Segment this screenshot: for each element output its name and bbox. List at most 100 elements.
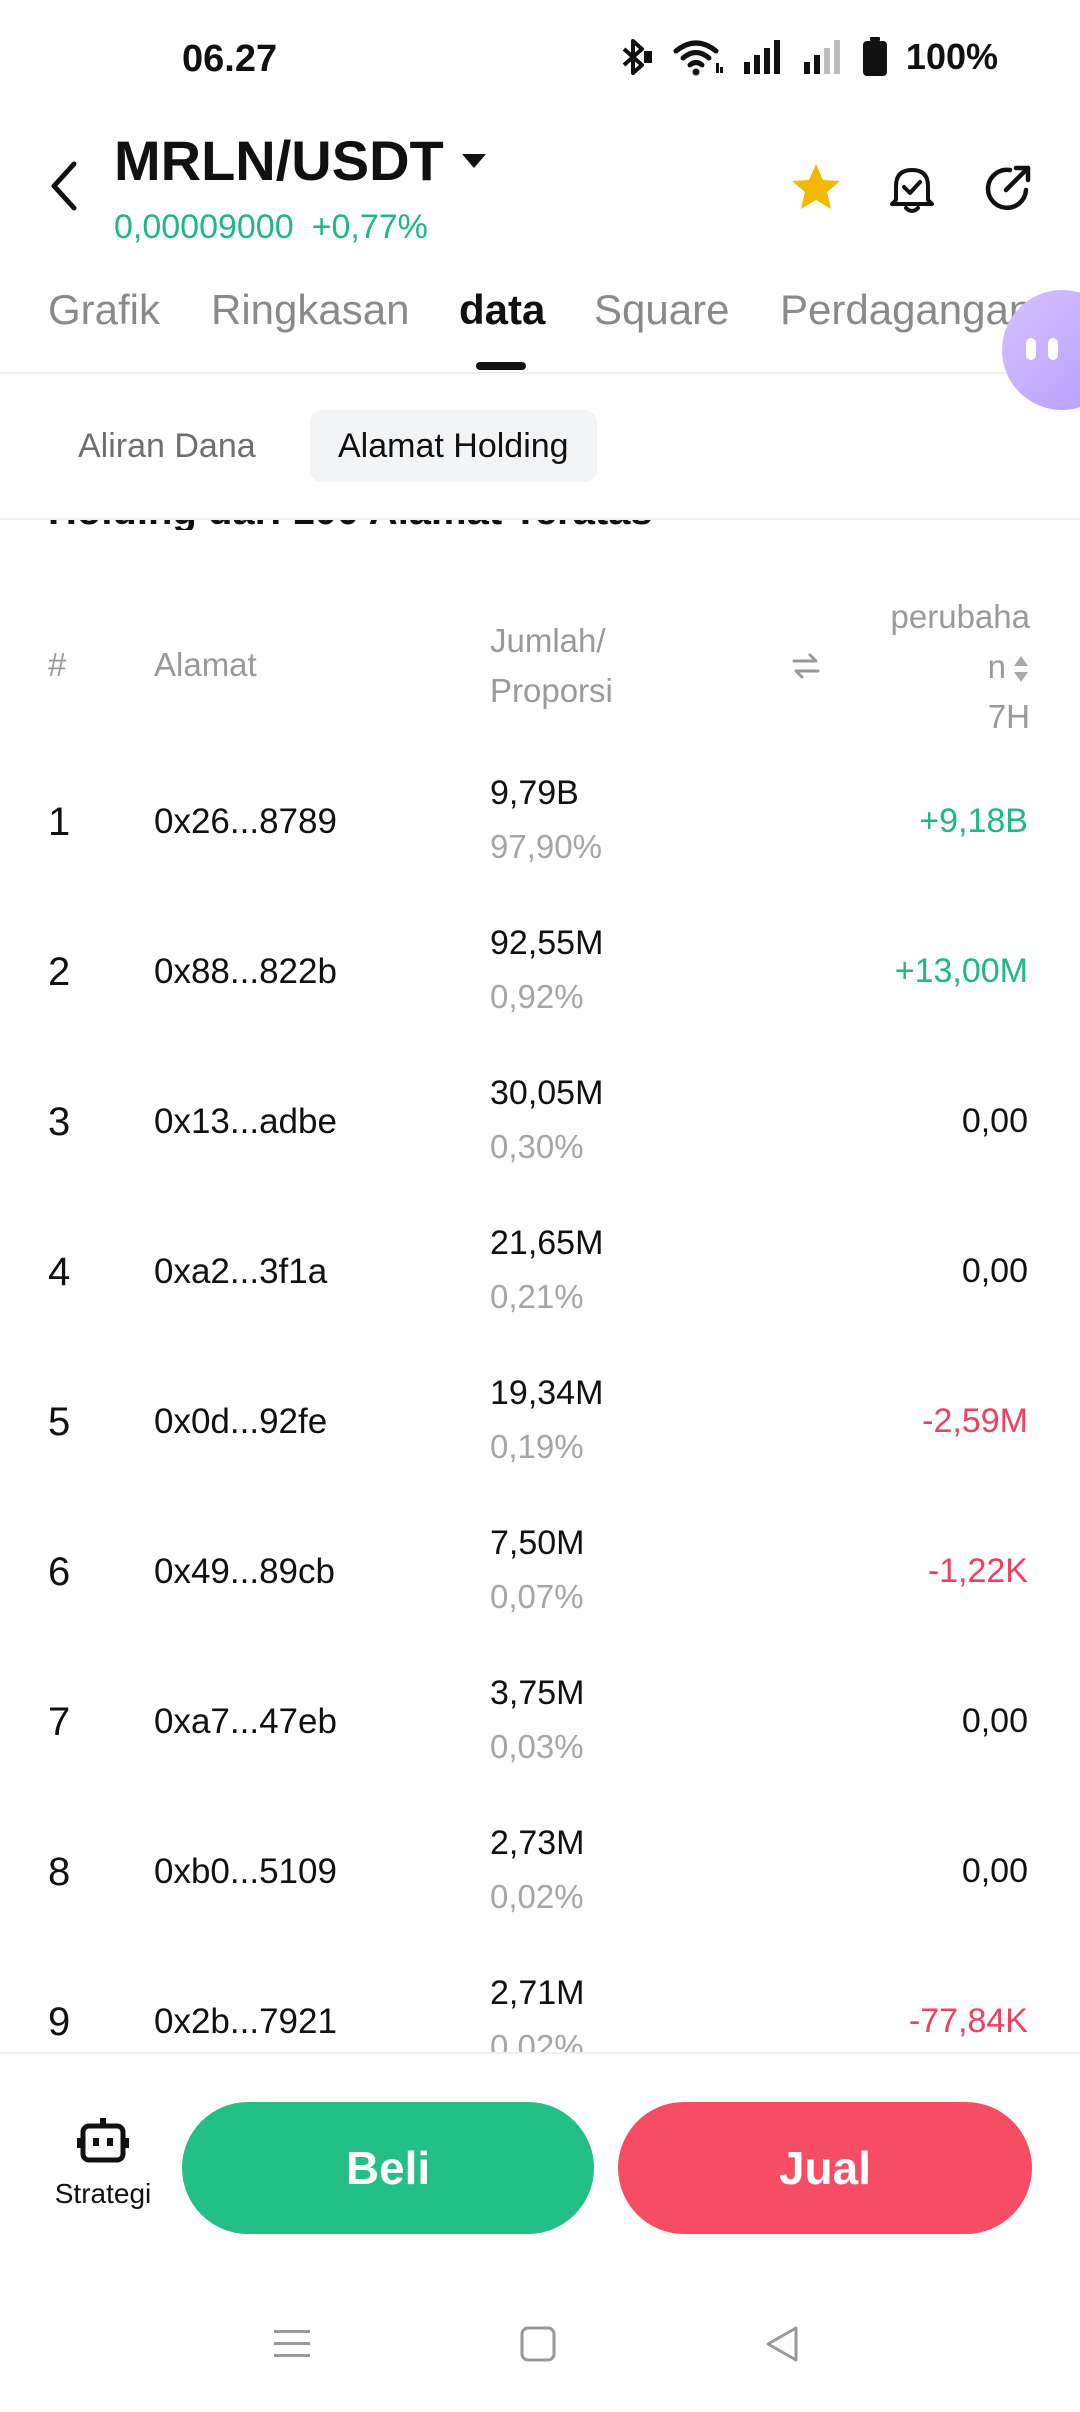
table-row[interactable]: 6 0x49...89cb 7,50M 0,07% -1,22K bbox=[0, 1510, 1080, 1660]
row-rank: 3 bbox=[48, 1100, 71, 1144]
row-change: 0,00 bbox=[961, 1852, 1028, 1890]
signal-icon bbox=[803, 40, 840, 74]
tab-data[interactable]: data bbox=[459, 286, 545, 334]
row-proportion: 0,03% bbox=[490, 1728, 584, 1765]
tab-grafik[interactable]: Grafik bbox=[48, 286, 160, 334]
active-tab-indicator bbox=[476, 362, 526, 370]
wifi-icon bbox=[673, 40, 723, 76]
row-change: 0,00 bbox=[961, 1702, 1028, 1740]
row-change: +13,00M bbox=[894, 952, 1028, 990]
table-row[interactable]: 1 0x26...8789 9,79B 97,90% +9,18B bbox=[0, 760, 1080, 910]
row-address[interactable]: 0x0d...92fe bbox=[154, 1402, 327, 1442]
row-change: -1,22K bbox=[927, 1552, 1028, 1590]
bell-icon bbox=[890, 168, 934, 213]
row-amount: 21,65M bbox=[490, 1224, 604, 1262]
row-proportion: 0,30% bbox=[490, 1128, 584, 1165]
home-icon[interactable] bbox=[518, 2324, 558, 2364]
row-address[interactable]: 0x26...8789 bbox=[154, 802, 337, 842]
row-amount: 92,55M bbox=[490, 924, 604, 962]
column-header-amount-line1: Jumlah/ bbox=[490, 622, 606, 659]
row-address[interactable]: 0xa7...47eb bbox=[154, 1702, 337, 1742]
row-change: +9,18B bbox=[919, 802, 1028, 840]
holders-list[interactable]: 1 0x26...8789 9,79B 97,90% +9,18B 2 0x88… bbox=[0, 760, 1080, 2052]
alert-button[interactable] bbox=[884, 160, 940, 216]
table-row[interactable]: 4 0xa2...3f1a 21,65M 0,21% 0,00 bbox=[0, 1210, 1080, 1360]
row-amount: 9,79B bbox=[490, 774, 579, 812]
back-nav-icon[interactable] bbox=[762, 2324, 802, 2364]
main-tabs: Grafik Ringkasan data Square Perdagangan bbox=[0, 280, 1080, 374]
dropdown-caret-icon bbox=[461, 153, 486, 168]
swap-icon bbox=[792, 653, 820, 679]
sub-tabs: Aliran Dana Alamat Holding bbox=[0, 410, 1080, 520]
row-proportion: 97,90% bbox=[490, 828, 602, 865]
bluetooth-icon bbox=[622, 39, 652, 75]
row-rank: 4 bbox=[48, 1250, 71, 1294]
row-amount: 19,34M bbox=[490, 1374, 604, 1412]
status-icons: 100% bbox=[616, 36, 998, 78]
row-proportion: 0,21% bbox=[490, 1278, 584, 1315]
toggle-amount-button[interactable] bbox=[790, 650, 822, 682]
row-proportion: 0,92% bbox=[490, 978, 584, 1015]
table-row[interactable]: 8 0xb0...5109 2,73M 0,02% 0,00 bbox=[0, 1810, 1080, 1960]
battery-icon bbox=[862, 37, 887, 76]
column-header-rank: # bbox=[48, 646, 67, 683]
row-address[interactable]: 0x2b...7921 bbox=[154, 2002, 337, 2042]
assistant-eye bbox=[1026, 338, 1036, 360]
row-address[interactable]: 0x88...822b bbox=[154, 952, 337, 992]
row-address[interactable]: 0x13...adbe bbox=[154, 1102, 337, 1142]
tab-ringkasan[interactable]: Ringkasan bbox=[211, 286, 409, 334]
row-proportion: 0,02% bbox=[490, 1878, 584, 1915]
row-change: -77,84K bbox=[908, 2002, 1028, 2040]
subtab-aliran-dana[interactable]: Aliran Dana bbox=[50, 410, 284, 482]
strategy-label: Strategi bbox=[54, 2178, 152, 2209]
row-address[interactable]: 0xa2...3f1a bbox=[154, 1252, 327, 1292]
row-rank: 9 bbox=[48, 2000, 71, 2044]
tab-perdagangan[interactable]: Perdagangan bbox=[780, 286, 1032, 334]
subtab-alamat-holding[interactable]: Alamat Holding bbox=[310, 410, 597, 482]
price-line: 0,00009000 +0,77% bbox=[114, 208, 428, 247]
table-row[interactable]: 3 0x13...adbe 30,05M 0,30% 0,00 bbox=[0, 1060, 1080, 1210]
status-time: 06.27 bbox=[182, 38, 278, 80]
column-header-address: Alamat bbox=[154, 646, 257, 683]
row-rank: 6 bbox=[48, 1550, 71, 1594]
column-header-change-line2: n bbox=[987, 648, 1006, 685]
row-change: 0,00 bbox=[961, 1102, 1028, 1140]
signal-icon bbox=[743, 40, 780, 74]
column-header-change-line1: perubaha bbox=[890, 598, 1030, 635]
price-change: +0,77% bbox=[311, 208, 428, 246]
buy-button[interactable]: Beli bbox=[182, 2102, 594, 2234]
row-address[interactable]: 0x49...89cb bbox=[154, 1552, 335, 1592]
share-button[interactable] bbox=[980, 160, 1036, 216]
favorite-button[interactable] bbox=[788, 160, 844, 216]
bottom-action-bar: Strategi Beli Jual bbox=[0, 2052, 1080, 2242]
table-row[interactable]: 9 0x2b...7921 2,71M 0,02% -77,84K bbox=[0, 1960, 1080, 2052]
table-row[interactable]: 2 0x88...822b 92,55M 0,92% +13,00M bbox=[0, 910, 1080, 1060]
table-row[interactable]: 7 0xa7...47eb 3,75M 0,03% 0,00 bbox=[0, 1660, 1080, 1810]
back-button[interactable] bbox=[44, 158, 88, 214]
menu-icon[interactable] bbox=[272, 2324, 312, 2364]
row-proportion: 0,19% bbox=[490, 1428, 584, 1465]
row-amount: 30,05M bbox=[490, 1074, 604, 1112]
robot-icon bbox=[77, 2118, 129, 2163]
row-rank: 7 bbox=[48, 1700, 71, 1744]
table-row[interactable]: 5 0x0d...92fe 19,34M 0,19% -2,59M bbox=[0, 1360, 1080, 1510]
column-header-change-7h[interactable]: perubaha n 7H bbox=[860, 592, 1030, 742]
back-icon bbox=[51, 161, 77, 211]
row-amount: 3,75M bbox=[490, 1674, 585, 1712]
column-header-change-line3: 7H bbox=[987, 698, 1030, 735]
tab-square[interactable]: Square bbox=[594, 286, 729, 334]
column-header-amount-line2: Proporsi bbox=[490, 672, 613, 709]
row-proportion: 0,07% bbox=[490, 1578, 584, 1615]
pair-selector[interactable]: MRLN/USDT bbox=[114, 128, 486, 193]
sell-button[interactable]: Jual bbox=[618, 2102, 1032, 2234]
row-address[interactable]: 0xb0...5109 bbox=[154, 1852, 337, 1892]
last-price: 0,00009000 bbox=[114, 208, 294, 246]
strategy-button[interactable]: Strategi bbox=[48, 2116, 158, 2210]
column-header-amount: Jumlah/ Proporsi bbox=[490, 616, 690, 716]
row-rank: 8 bbox=[48, 1850, 71, 1894]
row-change: 0,00 bbox=[961, 1252, 1028, 1290]
pair-title: MRLN/USDT bbox=[114, 129, 444, 192]
battery-percent: 100% bbox=[905, 36, 998, 77]
share-icon bbox=[985, 165, 1031, 211]
row-rank: 2 bbox=[48, 950, 71, 994]
